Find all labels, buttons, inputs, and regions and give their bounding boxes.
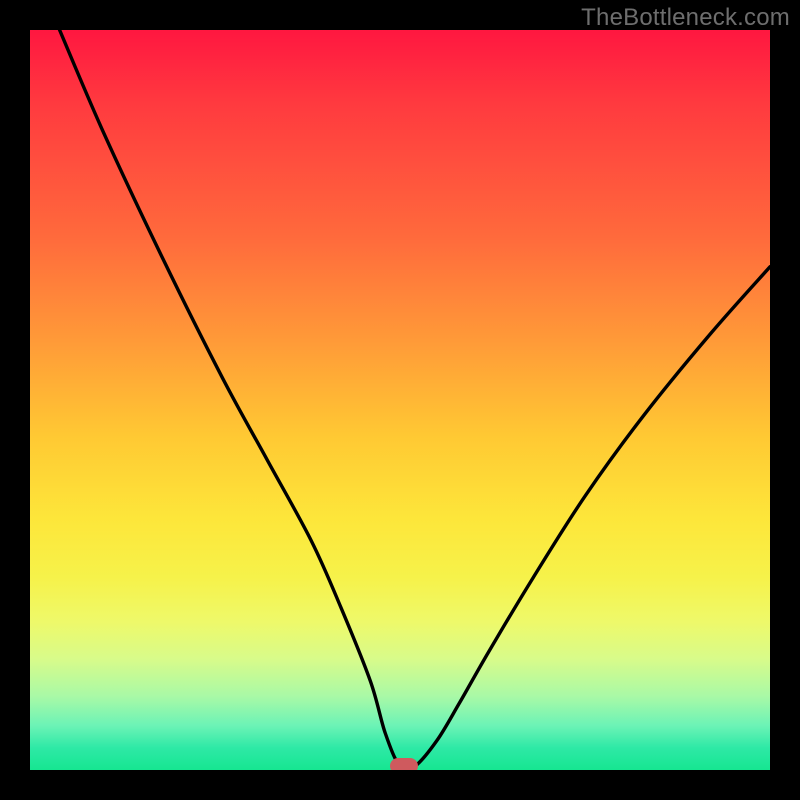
optimum-marker [390, 758, 418, 770]
watermark-text: TheBottleneck.com [581, 4, 790, 32]
plot-area [30, 30, 770, 770]
curve-svg [30, 30, 770, 770]
bottleneck-curve-path [60, 30, 770, 770]
chart-frame: TheBottleneck.com [0, 0, 800, 800]
